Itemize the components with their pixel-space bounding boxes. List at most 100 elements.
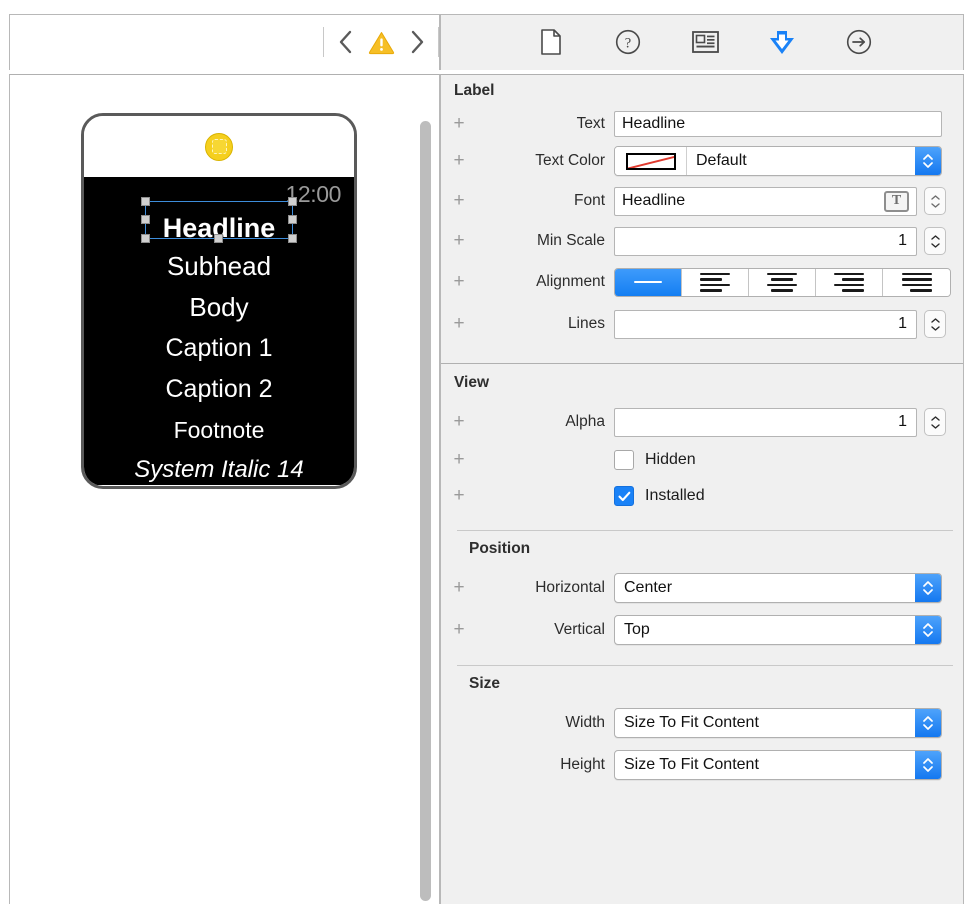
checkmark-icon <box>617 491 630 501</box>
horizontal-label: Horizontal <box>535 579 605 596</box>
lines-input[interactable]: 1 <box>614 309 917 339</box>
text-color-label: Text Color <box>535 152 605 169</box>
font-picker-button[interactable]: T <box>884 190 909 212</box>
badge-inner-square <box>211 139 227 154</box>
xcode-interface-builder-window: ? 12:00 Headline Subhead Body Caption 1 … <box>0 0 973 904</box>
alignment-option-default[interactable] <box>615 268 682 296</box>
hidden-label: Hidden <box>645 451 696 468</box>
watch-label-stack: Headline Subhead Body Caption 1 Caption … <box>95 197 343 486</box>
font-row: + Font Headline T <box>441 181 963 221</box>
document-icon <box>541 29 561 55</box>
horizontal-row: + Horizontal Center <box>441 567 963 609</box>
alignment-option-left[interactable] <box>682 268 749 296</box>
add-variation-text-color[interactable]: + <box>441 150 477 172</box>
vertical-popup[interactable]: Top <box>614 615 942 645</box>
position-section-title: Position <box>469 540 531 557</box>
height-popup[interactable]: Size To Fit Content <box>614 750 942 780</box>
watch-label-caption-2[interactable]: Caption 2 <box>95 369 343 410</box>
text-row: + Text Headline <box>441 107 963 141</box>
warning-indicator[interactable] <box>360 22 402 62</box>
watch-scene-preview[interactable]: 12:00 Headline Subhead Body Caption 1 Ca… <box>81 113 357 489</box>
attributes-inspector-panel: Label + Text Headline + Text Color Defau… <box>440 74 964 904</box>
selected-label-wrapper[interactable]: Headline <box>95 197 343 246</box>
alignment-option-right[interactable] <box>816 268 883 296</box>
width-popup[interactable]: Size To Fit Content <box>614 708 942 738</box>
attributes-inspector-tab[interactable] <box>765 25 799 59</box>
watch-label-footnote[interactable]: Footnote <box>95 410 343 450</box>
add-variation-vertical[interactable]: + <box>441 619 477 641</box>
height-chevron-well[interactable] <box>915 751 941 779</box>
text-color-chevron-well[interactable] <box>915 147 941 175</box>
quick-help-inspector-tab[interactable]: ? <box>611 25 645 59</box>
watch-label-body[interactable]: Body <box>95 287 343 328</box>
vertical-label: Vertical <box>554 621 605 638</box>
file-inspector-tab[interactable] <box>534 25 568 59</box>
status-time: 12:00 <box>285 181 341 207</box>
min-scale-input[interactable]: 1 <box>614 226 917 256</box>
height-spacer: + <box>441 754 477 776</box>
chevron-right-icon <box>411 30 423 54</box>
add-variation-alignment[interactable]: + <box>441 271 477 293</box>
canvas-vertical-scrollbar[interactable] <box>420 121 431 901</box>
watch-screen: 12:00 Headline Subhead Body Caption 1 Ca… <box>84 177 354 485</box>
add-variation-lines[interactable]: + <box>441 313 477 335</box>
alpha-input[interactable]: 1 <box>614 407 917 437</box>
canvas-toolbar <box>9 14 440 70</box>
identity-inspector-tab[interactable] <box>688 25 722 59</box>
vertical-chevron-well[interactable] <box>915 616 941 644</box>
add-variation-horizontal[interactable]: + <box>441 577 477 599</box>
add-variation-text[interactable]: + <box>441 113 477 135</box>
chevron-left-icon <box>339 30 351 54</box>
toolbar-separator-right <box>438 27 439 57</box>
view-section-title: View <box>454 374 490 391</box>
horizontal-popup[interactable]: Center <box>614 573 942 603</box>
chevron-up-down-icon <box>923 623 933 637</box>
connections-inspector-tab[interactable] <box>842 25 876 59</box>
add-variation-hidden[interactable]: + <box>441 449 477 471</box>
watch-label-headline[interactable]: Headline <box>95 210 343 246</box>
text-input[interactable]: Headline <box>614 111 942 137</box>
label-section-title: Label <box>454 82 495 99</box>
installed-checkbox[interactable] <box>614 486 634 506</box>
min-scale-stepper[interactable] <box>924 227 946 255</box>
horizontal-chevron-well[interactable] <box>915 574 941 602</box>
add-variation-min-scale[interactable]: + <box>441 230 477 252</box>
warning-triangle-icon <box>368 31 394 54</box>
alignment-label: Alignment <box>536 273 605 290</box>
height-label: Height <box>560 756 605 773</box>
nav-forward-button[interactable] <box>402 22 432 62</box>
hidden-checkbox[interactable] <box>614 450 634 470</box>
text-color-popup[interactable]: Default <box>614 146 942 176</box>
alpha-stepper[interactable] <box>924 408 946 436</box>
text-label: Text <box>576 115 605 132</box>
font-stepper[interactable] <box>924 187 946 215</box>
lines-row: + Lines 1 <box>441 303 963 345</box>
alignment-option-center[interactable] <box>749 268 816 296</box>
view-section-header: View <box>441 364 963 402</box>
font-input[interactable]: Headline T <box>614 186 917 216</box>
down-arrow-badge-icon <box>770 31 794 54</box>
add-variation-alpha[interactable]: + <box>441 411 477 433</box>
watch-label-system-italic[interactable]: System Italic 14 <box>95 450 343 486</box>
chevron-up-down-icon <box>923 716 933 730</box>
min-scale-row: + Min Scale 1 <box>441 221 963 261</box>
color-swatch-well[interactable] <box>615 147 687 175</box>
lines-label: Lines <box>567 315 605 332</box>
watch-label-caption-1[interactable]: Caption 1 <box>95 328 343 369</box>
align-right-icon <box>834 272 864 292</box>
nav-back-button[interactable] <box>330 22 360 62</box>
add-variation-installed[interactable]: + <box>441 485 477 507</box>
watch-label-subhead[interactable]: Subhead <box>95 246 343 287</box>
alignment-option-justified[interactable] <box>883 268 950 296</box>
width-row: + Width Size To Fit Content <box>441 702 963 744</box>
position-section-header: Position <box>441 531 963 567</box>
alignment-segmented-control[interactable] <box>614 267 951 297</box>
selected-group-badge-icon[interactable] <box>205 132 233 161</box>
font-value: Headline <box>622 192 686 209</box>
add-variation-font[interactable]: + <box>441 190 477 212</box>
inspector-toolbar: ? <box>440 14 964 70</box>
lines-stepper[interactable] <box>924 310 946 338</box>
min-scale-label: Min Scale <box>536 232 605 249</box>
height-value: Size To Fit Content <box>624 756 759 773</box>
width-chevron-well[interactable] <box>915 709 941 737</box>
